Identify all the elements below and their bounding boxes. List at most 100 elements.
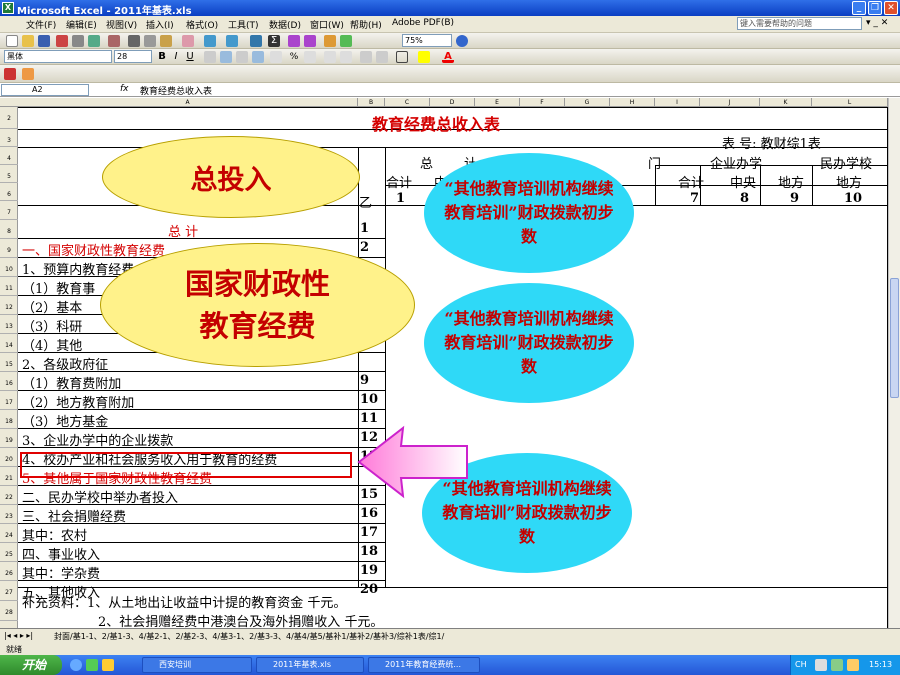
merge-center-icon[interactable]	[252, 51, 264, 63]
ie-icon[interactable]	[70, 659, 82, 671]
menu-window[interactable]: 窗口(W)	[310, 18, 344, 31]
align-left-icon[interactable]	[204, 51, 216, 63]
column-header-I[interactable]: I	[655, 98, 700, 107]
row-header-5[interactable]: 5	[0, 165, 18, 183]
formula-content[interactable]: 教育经费总收入表	[140, 84, 212, 97]
menu-format[interactable]: 格式(O)	[186, 18, 218, 31]
column-header-H[interactable]: H	[610, 98, 655, 107]
row-header-27[interactable]: 27	[0, 581, 18, 601]
decrease-indent-icon[interactable]	[360, 51, 372, 63]
row-header-24[interactable]: 24	[0, 524, 18, 543]
column-header-J[interactable]: J	[700, 98, 760, 107]
row-header-6[interactable]: 6	[0, 183, 18, 201]
task-edu-stats[interactable]: 2011年教育经费统...	[368, 657, 480, 673]
row-header-2[interactable]: 2	[0, 107, 18, 129]
underline-icon[interactable]: U	[184, 51, 196, 63]
row-header-21[interactable]: 21	[0, 467, 18, 486]
redo-icon[interactable]	[226, 35, 238, 47]
task-xian-training[interactable]: 西安培训	[142, 657, 252, 673]
row-header-20[interactable]: 20	[0, 448, 18, 467]
vertical-scrollbar[interactable]	[888, 98, 900, 628]
row-header-28[interactable]: 28	[0, 601, 18, 621]
row-header-10[interactable]: 10	[0, 258, 18, 277]
copy-icon[interactable]	[144, 35, 156, 47]
row-header-19[interactable]: 19	[0, 429, 18, 448]
column-header-D[interactable]: D	[430, 98, 475, 107]
sort-ascending-icon[interactable]	[288, 35, 300, 47]
menu-data[interactable]: 数据(D)	[269, 18, 301, 31]
row-header-14[interactable]: 14	[0, 334, 18, 353]
row-header-4[interactable]: 4	[0, 147, 18, 165]
network-icon[interactable]	[831, 659, 843, 671]
row-header-9[interactable]: 9	[0, 239, 18, 258]
increase-indent-icon[interactable]	[376, 51, 388, 63]
percent-icon[interactable]: %	[288, 51, 300, 63]
zoom-select[interactable]: 75%	[402, 34, 452, 47]
column-header-L[interactable]: L	[812, 98, 888, 107]
row-header-13[interactable]: 13	[0, 315, 18, 334]
format-painter-icon[interactable]	[182, 35, 194, 47]
minimize-button[interactable]: _	[852, 1, 866, 15]
fx-icon[interactable]: fx	[120, 84, 129, 94]
row-header-11[interactable]: 11	[0, 277, 18, 296]
currency-icon[interactable]	[270, 51, 282, 63]
row-header-17[interactable]: 17	[0, 391, 18, 410]
row-header-26[interactable]: 26	[0, 562, 18, 581]
hyperlink-icon[interactable]	[250, 35, 262, 47]
chart-wizard-icon[interactable]	[324, 35, 336, 47]
autosum-icon[interactable]: Σ	[268, 35, 280, 47]
menu-adobe-pdf[interactable]: Adobe PDF(B)	[392, 18, 454, 28]
spelling-icon[interactable]	[108, 35, 120, 47]
row-header-15[interactable]: 15	[0, 353, 18, 372]
tab-nav-arrows-icon[interactable]: |◂ ◂ ▸ ▸|	[4, 631, 33, 640]
menu-tools[interactable]: 工具(T)	[228, 18, 259, 31]
scroll-thumb[interactable]	[890, 278, 899, 398]
open-folder-icon[interactable]	[22, 35, 34, 47]
decrease-decimal-icon[interactable]	[340, 51, 352, 63]
print-icon[interactable]	[72, 35, 84, 47]
column-header-A[interactable]: A	[18, 98, 358, 107]
row-header-25[interactable]: 25	[0, 543, 18, 562]
column-header-C[interactable]: C	[385, 98, 430, 107]
bold-icon[interactable]: B	[156, 51, 168, 63]
row-header-3[interactable]: 3	[0, 129, 18, 147]
align-right-icon[interactable]	[236, 51, 248, 63]
help-icon[interactable]	[456, 35, 468, 47]
row-header-18[interactable]: 18	[0, 410, 18, 429]
column-header-B[interactable]: B	[358, 98, 385, 107]
pdf-convert-icon[interactable]	[4, 68, 16, 80]
sort-descending-icon[interactable]	[304, 35, 316, 47]
task-excel[interactable]: 2011年基表.xls	[256, 657, 364, 673]
column-header-F[interactable]: F	[520, 98, 565, 107]
row-header-23[interactable]: 23	[0, 505, 18, 524]
window-controls-icon[interactable]: ▾ _ ✕	[866, 18, 888, 28]
language-indicator[interactable]: CH	[795, 660, 807, 669]
column-header-K[interactable]: K	[760, 98, 812, 107]
ime-icon[interactable]	[815, 659, 827, 671]
print-preview-icon[interactable]	[88, 35, 100, 47]
menu-help[interactable]: 帮助(H)	[350, 18, 382, 31]
drawing-icon[interactable]	[340, 35, 352, 47]
save-icon[interactable]	[38, 35, 50, 47]
font-color-icon[interactable]: A	[442, 51, 454, 63]
font-select[interactable]: 黑体	[4, 50, 112, 63]
start-button[interactable]: 开始	[0, 655, 62, 675]
font-size-select[interactable]: 28	[114, 50, 152, 63]
quicklaunch-icon[interactable]	[86, 659, 98, 671]
align-center-icon[interactable]	[220, 51, 232, 63]
new-file-icon[interactable]	[6, 35, 18, 47]
fill-color-icon[interactable]	[418, 51, 430, 63]
column-header-G[interactable]: G	[565, 98, 610, 107]
row-header-12[interactable]: 12	[0, 296, 18, 315]
menu-insert[interactable]: 插入(I)	[146, 18, 174, 31]
name-box[interactable]: A2	[1, 84, 89, 96]
row-header-22[interactable]: 22	[0, 486, 18, 505]
media-icon[interactable]	[102, 659, 114, 671]
maximize-button[interactable]: ❐	[868, 1, 882, 15]
menu-view[interactable]: 视图(V)	[106, 18, 137, 31]
column-header-E[interactable]: E	[475, 98, 520, 107]
pdf-email-icon[interactable]	[22, 68, 34, 80]
menu-edit[interactable]: 编辑(E)	[66, 18, 97, 31]
borders-icon[interactable]	[396, 51, 408, 63]
cut-icon[interactable]	[128, 35, 140, 47]
